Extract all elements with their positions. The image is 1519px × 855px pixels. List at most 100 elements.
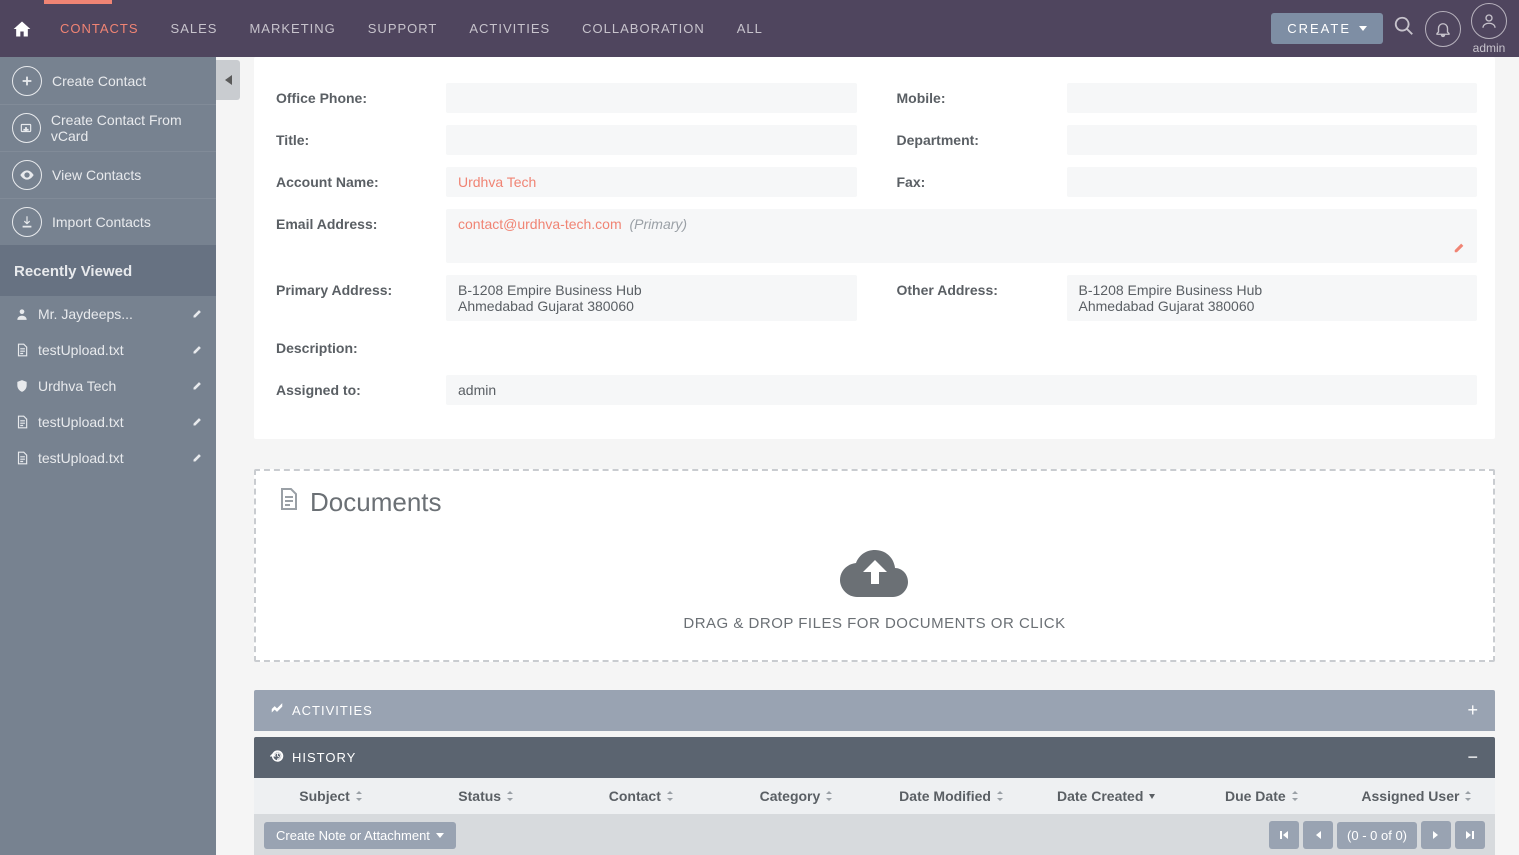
recent-item-label: testUpload.txt [38,450,192,466]
user-menu[interactable]: admin [1471,3,1507,55]
nav-activities[interactable]: ACTIVITIES [453,0,566,57]
nav-support[interactable]: SUPPORT [352,0,454,57]
sidebar-import-contacts[interactable]: Import Contacts [0,198,216,245]
col-date-modified[interactable]: Date Modified [875,788,1030,804]
sort-icon [995,788,1005,804]
active-tab-indicator [44,0,112,4]
value-department[interactable] [1067,125,1478,155]
sidebar-create-contact[interactable]: Create Contact [0,57,216,104]
nav-marketing[interactable]: MARKETING [233,0,351,57]
pencil-icon[interactable] [192,414,204,430]
sidebar-create-from-vcard[interactable]: Create Contact From vCard [0,104,216,151]
col-status[interactable]: Status [409,788,564,804]
plus-icon [12,66,42,96]
document-icon [12,415,32,429]
minus-icon[interactable]: − [1467,747,1479,768]
card-icon [12,113,41,143]
history-title: HISTORY [292,750,356,765]
col-category[interactable]: Category [719,788,874,804]
recent-item-doc[interactable]: testUpload.txt [0,404,216,440]
recent-item-account[interactable]: Urdhva Tech [0,368,216,404]
col-assigned-user[interactable]: Assigned User [1340,788,1495,804]
user-label: admin [1473,41,1506,55]
chevron-down-icon [436,833,444,838]
sort-icon [505,788,515,804]
pager-last-button[interactable] [1455,821,1485,849]
col-due-date[interactable]: Due Date [1185,788,1340,804]
create-note-label: Create Note or Attachment [276,828,430,843]
value-office-phone[interactable] [446,83,857,113]
pencil-icon[interactable] [192,450,204,466]
value-description[interactable] [446,333,1477,363]
pencil-icon[interactable] [192,306,204,322]
history-panel: HISTORY − Subject Status Contact Categor… [254,737,1495,855]
col-date-created[interactable]: Date Created [1030,788,1185,804]
address-line: Ahmedabad Gujarat 380060 [458,298,845,314]
pencil-icon[interactable] [1453,240,1467,257]
value-fax[interactable] [1067,167,1478,197]
col-subject[interactable]: Subject [254,788,409,804]
label-primary-address: Primary Address: [276,275,446,321]
label-other-address: Other Address: [897,275,1067,321]
contact-details-card: Office Phone: Mobile: Title: Department:… [254,57,1495,439]
value-other-address[interactable]: B-1208 Empire Business Hub Ahmedabad Guj… [1067,275,1478,321]
plus-icon[interactable]: + [1467,700,1479,721]
sort-icon [1463,788,1473,804]
pager-prev-button[interactable] [1303,821,1333,849]
history-header[interactable]: HISTORY − [254,737,1495,778]
nav-collaboration[interactable]: COLLABORATION [566,0,721,57]
value-account-name[interactable]: Urdhva Tech [446,167,857,197]
sidebar-view-contacts[interactable]: View Contacts [0,151,216,198]
notifications-icon[interactable] [1425,11,1461,47]
value-mobile[interactable] [1067,83,1478,113]
recent-item-doc[interactable]: testUpload.txt [0,440,216,476]
cloud-upload-icon [276,546,1473,603]
recent-item-label: testUpload.txt [38,342,192,358]
col-contact[interactable]: Contact [564,788,719,804]
email-link[interactable]: contact@urdhva-tech.com [458,216,622,232]
search-icon[interactable] [1393,15,1415,42]
recent-item-contact[interactable]: Mr. Jaydeeps... [0,296,216,332]
sort-icon [665,788,675,804]
label-fax: Fax: [897,167,1067,197]
sort-icon [1290,788,1300,804]
recently-viewed-title: Recently Viewed [0,245,216,296]
label-description: Description: [276,333,446,363]
pager-next-button[interactable] [1421,821,1451,849]
address-line: Ahmedabad Gujarat 380060 [1079,298,1466,314]
activities-header[interactable]: ACTIVITIES + [254,690,1495,731]
label-office-phone: Office Phone: [276,83,446,113]
nav-contacts[interactable]: CONTACTS [44,0,155,57]
value-email[interactable]: contact@urdhva-tech.com (Primary) [446,209,1477,263]
pencil-icon[interactable] [192,342,204,358]
create-note-button[interactable]: Create Note or Attachment [264,822,456,849]
history-controls: Create Note or Attachment (0 - 0 of 0) [254,814,1495,855]
activities-title: ACTIVITIES [292,703,373,718]
label-department: Department: [897,125,1067,155]
value-title[interactable] [446,125,857,155]
address-line: B-1208 Empire Business Hub [1079,282,1466,298]
pager-first-button[interactable] [1269,821,1299,849]
documents-panel: Documents DRAG & DROP FILES FOR DOCUMENT… [254,469,1495,662]
documents-dropzone[interactable]: DRAG & DROP FILES FOR DOCUMENTS OR CLICK [276,546,1473,632]
value-assigned[interactable]: admin [446,375,1477,405]
create-button-label: CREATE [1287,21,1351,36]
recent-item-doc[interactable]: testUpload.txt [0,332,216,368]
main-content: Office Phone: Mobile: Title: Department:… [216,57,1519,855]
value-primary-address[interactable]: B-1208 Empire Business Hub Ahmedabad Guj… [446,275,857,321]
person-icon [12,307,32,321]
sort-icon [824,788,834,804]
dropzone-text: DRAG & DROP FILES FOR DOCUMENTS OR CLICK [276,615,1473,632]
activities-icon [270,702,284,719]
label-assigned: Assigned to: [276,375,446,405]
document-icon [12,343,32,357]
document-icon [12,451,32,465]
nav-all[interactable]: ALL [721,0,779,57]
nav-sales[interactable]: SALES [155,0,234,57]
home-icon[interactable] [0,0,44,57]
pencil-icon[interactable] [192,378,204,394]
sidebar-item-label: Import Contacts [52,214,151,230]
label-mobile: Mobile: [897,83,1067,113]
document-icon [276,487,300,518]
create-button[interactable]: CREATE [1271,13,1383,44]
